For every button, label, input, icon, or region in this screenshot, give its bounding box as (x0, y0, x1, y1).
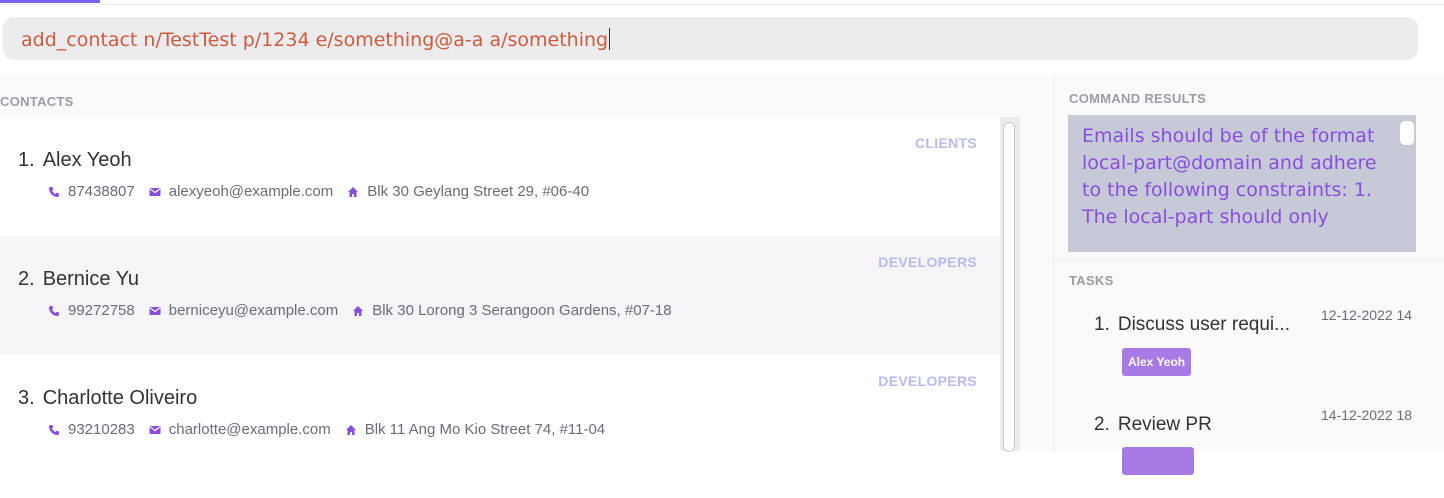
contact-name: 1. Alex Yeoh (18, 149, 132, 172)
task-assignee-chip: Alex Yeoh (1122, 348, 1192, 376)
task-title-text: Discuss user requi... (1117, 314, 1290, 335)
contact-details: 93210283 charlotte@example.com Blk 11 An… (48, 421, 619, 438)
contact-name: 3. Charlotte Oliveiro (18, 387, 197, 410)
contact-address-text: Blk 11 Ang Mo Kio Street 74, #11-04 (364, 421, 606, 438)
contact-email-text: alexyeoh@example.com (168, 183, 334, 200)
contact-address-text: Blk 30 Lorong 3 Serangoon Gardens, #07-1… (372, 302, 672, 319)
mail-icon (149, 187, 161, 196)
contacts-panel: CONTACTS 1. Alex Yeoh CLIENTS 87438807 al… (0, 75, 1052, 452)
contact-details: 99272758 berniceyu@example.com Blk 30 Lo… (48, 302, 686, 319)
command-input-text: add_contact n/TestTest p/1234 e/somethin… (21, 29, 609, 51)
contact-name-text: Alex Yeoh (42, 149, 132, 171)
command-box[interactable]: add_contact n/TestTest p/1234 e/somethin… (3, 17, 1418, 60)
command-result-box[interactable]: Emails should be of the format local-par… (1068, 115, 1416, 252)
text-caret (609, 28, 611, 50)
contact-details: 87438807 alexyeoh@example.com Blk 30 Gey… (48, 183, 603, 200)
contact-phone: 87438807 (48, 183, 135, 200)
task-card[interactable]: 1. Discuss user requi... 12-12-2022 14 Al… (1054, 293, 1444, 398)
contact-card[interactable]: 1. Alex Yeoh CLIENTS 87438807 alexyeoh@ex… (0, 117, 1000, 236)
task-title-text: Review PR (1117, 414, 1212, 435)
contact-email: berniceyu@example.com (149, 302, 338, 319)
contact-email: alexyeoh@example.com (149, 183, 333, 200)
contact-phone-text: 87438807 (68, 183, 135, 200)
contact-phone: 99272758 (48, 302, 135, 319)
home-icon (345, 424, 356, 435)
tasks-section-label: TASKS (1069, 273, 1114, 288)
contact-card[interactable]: 3. Charlotte Oliveiro DEVELOPERS 93210283… (0, 355, 1000, 451)
contact-list-scrollbar[interactable] (1000, 117, 1020, 452)
contact-index: 2. (18, 268, 35, 290)
contact-index: 3. (18, 387, 35, 409)
contact-name-text: Bernice Yu (42, 268, 140, 290)
task-title: 2. Review PR (1094, 414, 1212, 436)
scrollbar-thumb[interactable] (1003, 122, 1015, 452)
home-icon (353, 305, 364, 316)
contact-email-text: berniceyu@example.com (168, 302, 339, 319)
contact-index: 1. (18, 149, 35, 171)
contact-tag: DEVELOPERS (878, 373, 977, 389)
side-panel: COMMAND RESULTS Emails should be of the … (1053, 75, 1444, 475)
contact-tag: CLIENTS (915, 135, 977, 151)
command-input[interactable]: add_contact n/TestTest p/1234 e/somethin… (21, 28, 1321, 51)
contact-address: Blk 30 Lorong 3 Serangoon Gardens, #07-1… (352, 302, 672, 319)
top-divider (0, 4, 1444, 5)
task-date: 14-12-2022 18 (1321, 407, 1413, 423)
task-index: 1. (1094, 314, 1110, 335)
task-index: 2. (1094, 414, 1110, 435)
mail-icon (149, 425, 161, 434)
contact-phone-text: 93210283 (68, 421, 135, 438)
contact-address: Blk 11 Ang Mo Kio Street 74, #11-04 (345, 421, 605, 438)
home-icon (348, 186, 359, 197)
task-title: 1. Discuss user requi... (1094, 314, 1290, 336)
contact-address: Blk 30 Geylang Street 29, #06-40 (347, 183, 589, 200)
phone-icon (49, 424, 59, 435)
contact-tag: DEVELOPERS (878, 254, 977, 270)
contact-address-text: Blk 30 Geylang Street 29, #06-40 (367, 183, 590, 200)
contact-name-text: Charlotte Oliveiro (42, 387, 198, 409)
task-assignee-chip (1122, 447, 1194, 475)
contact-list[interactable]: 1. Alex Yeoh CLIENTS 87438807 alexyeoh@ex… (0, 117, 1000, 451)
result-scrollbar-thumb[interactable] (1400, 121, 1414, 145)
results-section-label: COMMAND RESULTS (1069, 91, 1207, 106)
active-tab-indicator (0, 0, 100, 3)
contact-email: charlotte@example.com (149, 421, 331, 438)
task-card[interactable]: 2. Review PR 14-12-2022 18 (1054, 393, 1444, 498)
contacts-section-label: CONTACTS (0, 94, 74, 109)
contact-name: 2. Bernice Yu (18, 268, 139, 291)
contact-email-text: charlotte@example.com (168, 421, 331, 438)
mail-icon (149, 306, 161, 315)
contact-card[interactable]: 2. Bernice Yu DEVELOPERS 99272758 bernice… (0, 236, 1000, 355)
contact-phone-text: 99272758 (68, 302, 135, 319)
contact-phone: 93210283 (48, 421, 135, 438)
task-date: 12-12-2022 14 (1321, 307, 1413, 323)
phone-icon (49, 186, 59, 197)
command-result-text: Emails should be of the format local-par… (1082, 125, 1377, 228)
tasks-divider (1054, 260, 1444, 261)
phone-icon (49, 305, 59, 316)
